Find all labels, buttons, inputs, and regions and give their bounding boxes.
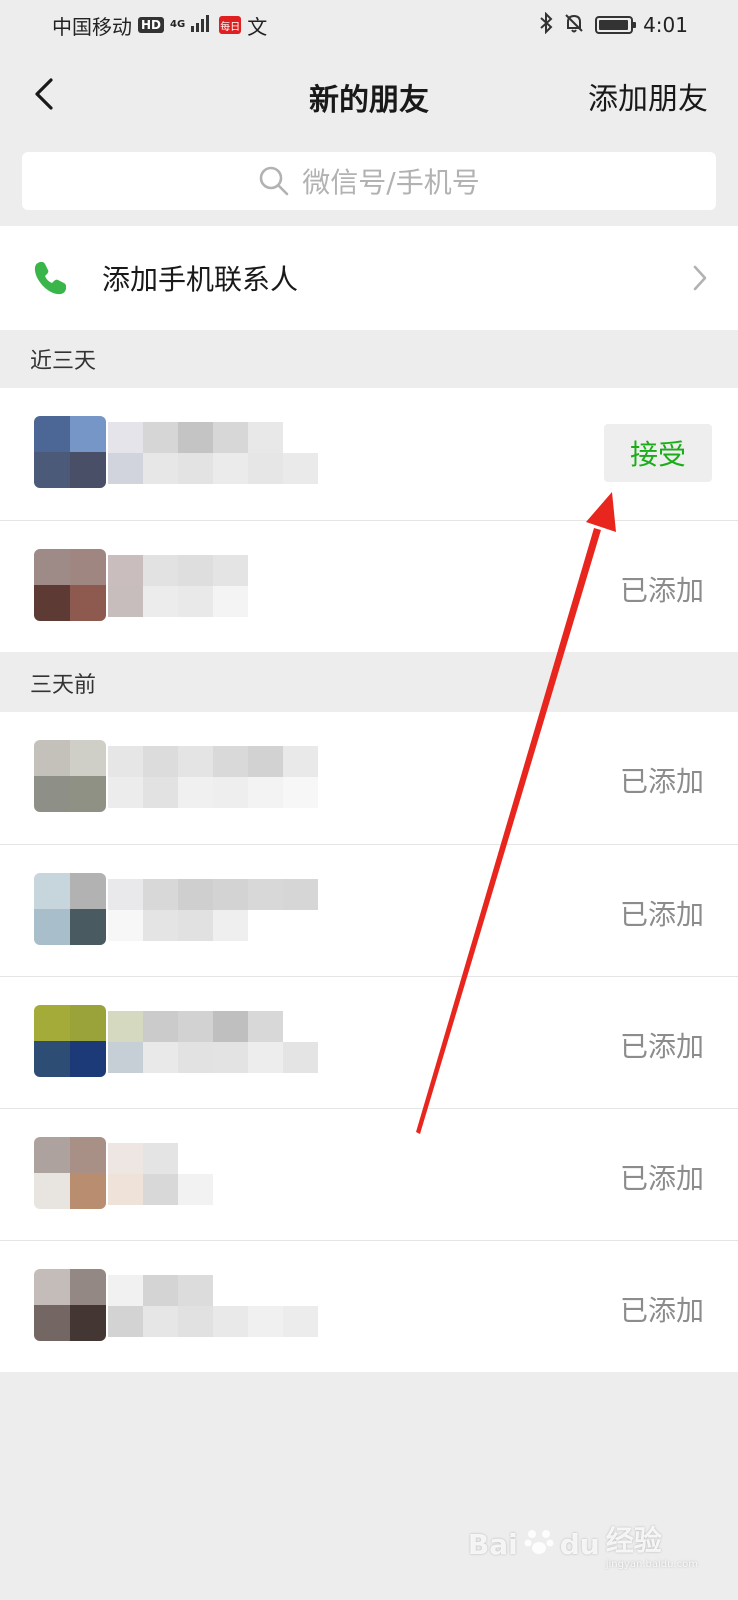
status-added-label: 已添加: [619, 898, 704, 931]
name-redacted: [108, 555, 248, 617]
avatar: [34, 1137, 106, 1209]
battery-icon: [595, 16, 637, 34]
avatar: [34, 1005, 106, 1077]
list-item[interactable]: 已添加: [0, 520, 738, 652]
mute-bell-icon: [563, 12, 585, 39]
status-added-label: 已添加: [619, 1294, 704, 1327]
list-item[interactable]: 已添加: [0, 712, 738, 844]
name-redacted: [108, 879, 318, 941]
app-notification-icon: 每日: [219, 16, 242, 34]
name-redacted: [108, 746, 318, 808]
name-redacted: [108, 1011, 318, 1073]
list-item[interactable]: 已添加: [0, 1108, 738, 1240]
name-redacted: [108, 1275, 318, 1337]
list-item[interactable]: 已添加: [0, 844, 738, 976]
search-icon: [259, 166, 289, 196]
watermark-product: 经验 jingyan.baidu.com: [606, 1519, 698, 1570]
status-added-label: 已添加: [619, 574, 704, 607]
search-input[interactable]: 微信号/手机号: [22, 152, 716, 210]
list-item[interactable]: 已添加: [0, 976, 738, 1108]
baidu-watermark: Bai du 经验 jingyan.baidu.com: [468, 1519, 698, 1570]
bluetooth-icon: [539, 11, 553, 39]
clock: 4:01: [643, 13, 688, 37]
hd-badge: HD: [138, 17, 165, 33]
nav-bar: 新的朋友 添加朋友: [0, 52, 738, 136]
network-type: 4G: [170, 19, 186, 30]
back-button[interactable]: [24, 74, 64, 114]
list-item[interactable]: 接受: [0, 388, 738, 520]
add-friend-button[interactable]: 添加朋友: [588, 74, 708, 118]
avatar: [34, 740, 106, 812]
paw-icon: [524, 1526, 554, 1563]
avatar: [34, 549, 106, 621]
accept-button[interactable]: 接受: [604, 424, 712, 482]
recent-requests-list: 接受 已添加: [0, 388, 738, 652]
watermark-brand: Bai: [467, 1528, 518, 1561]
add-phone-contacts-label: 添加手机联系人: [102, 263, 299, 296]
section-header-earlier: 三天前: [30, 673, 97, 698]
avatar: [34, 416, 106, 488]
add-phone-contacts-row[interactable]: 添加手机联系人: [0, 226, 738, 330]
avatar: [34, 1269, 106, 1341]
earlier-requests-list: 已添加 已添加 已添加 已添加 已添加: [0, 712, 738, 1372]
section-header-recent: 近三天: [30, 349, 97, 374]
watermark-url: jingyan.baidu.com: [605, 1559, 698, 1570]
status-left: 中国移动 HD 4G 每日 文: [52, 11, 267, 40]
name-redacted: [108, 422, 318, 484]
phone-icon: [34, 262, 66, 295]
carrier-name: 中国移动: [52, 14, 132, 39]
signal-icon: [191, 13, 213, 37]
status-right: 4:01: [539, 11, 688, 39]
list-item[interactable]: 已添加: [0, 1240, 738, 1372]
chevron-left-icon: [35, 78, 53, 110]
avatar: [34, 873, 106, 945]
name-redacted: [108, 1143, 213, 1205]
status-added-label: 已添加: [619, 765, 704, 798]
chevron-right-icon: [693, 265, 707, 291]
search-placeholder: 微信号/手机号: [302, 166, 480, 199]
status-added-label: 已添加: [619, 1030, 704, 1063]
watermark-paw-text: du: [559, 1528, 600, 1561]
status-added-label: 已添加: [619, 1162, 704, 1195]
status-bar: 中国移动 HD 4G 每日 文 4:01: [0, 0, 738, 50]
translate-icon: 文: [247, 14, 268, 39]
watermark-product-name: 经验: [605, 1524, 662, 1557]
